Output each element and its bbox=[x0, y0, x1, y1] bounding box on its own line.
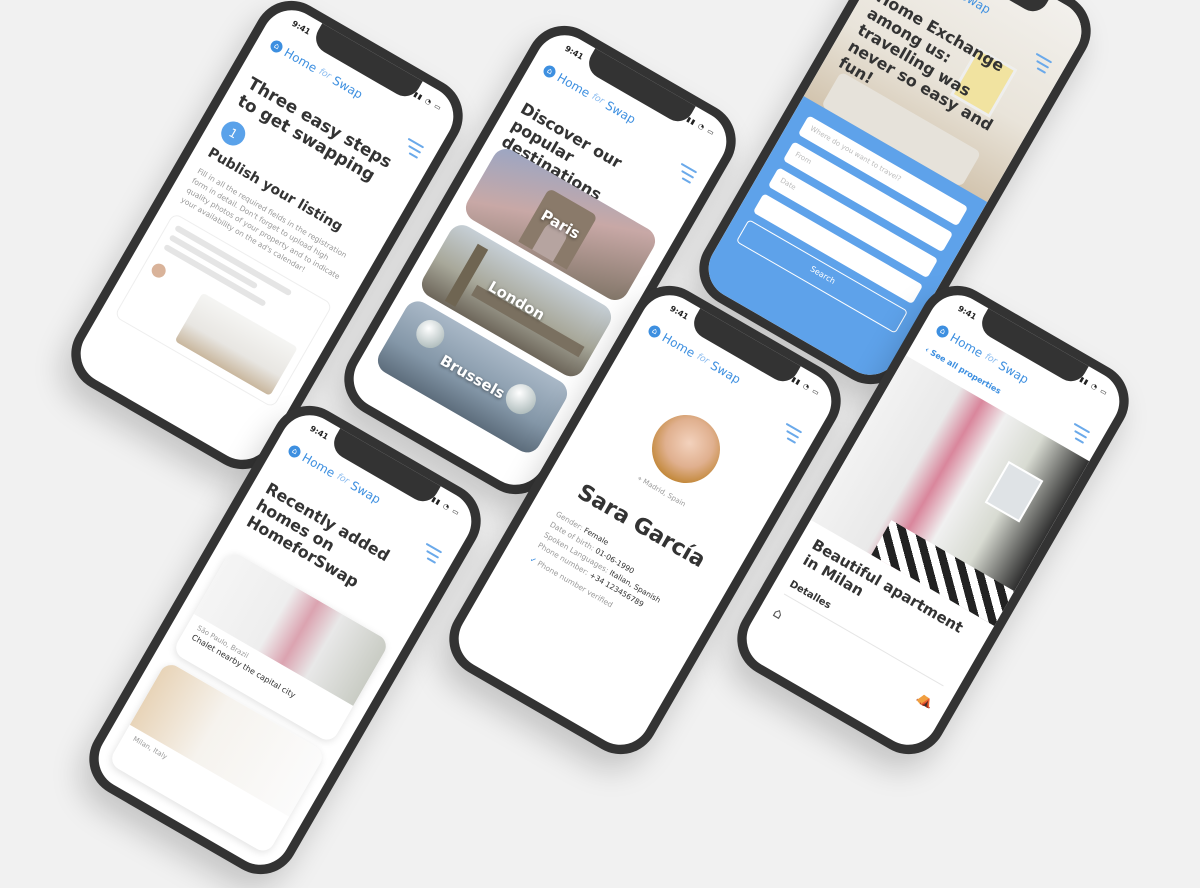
status-time: 9:41 bbox=[290, 18, 312, 37]
status-icons: ▮▮ ◔ ▭ bbox=[430, 495, 462, 518]
step-number-badge: 1 bbox=[216, 117, 250, 150]
phone-recent-homes: 9:41 ▮▮ ◔ ▭ ⌂ Home for Swap Recently added… bbox=[75, 391, 495, 888]
room-photo bbox=[174, 292, 298, 397]
home-icon: ⌂ bbox=[769, 604, 786, 624]
house-icon: ⌂ bbox=[286, 443, 303, 460]
brand-for: for bbox=[982, 351, 999, 367]
brand-home: Home bbox=[659, 330, 698, 361]
status-time: 9:41 bbox=[308, 423, 330, 442]
brand-swap: Swap bbox=[708, 358, 744, 387]
house-icon: ⌂ bbox=[934, 323, 951, 340]
brand-home: Home bbox=[281, 45, 320, 76]
brand-for: for bbox=[694, 351, 711, 367]
bed-icon: ⛺ bbox=[914, 688, 938, 711]
brand-for: for bbox=[316, 66, 333, 82]
brand-swap: Swap bbox=[996, 358, 1032, 387]
brand-home: Home bbox=[554, 70, 593, 101]
phone-property: 9:41 ▮▮ ◔ ▭ ⌂ Home for Swap ‹ See all prop… bbox=[723, 271, 1143, 769]
status-time: 9:41 bbox=[563, 43, 585, 62]
status-time: 9:41 bbox=[956, 303, 978, 322]
hamburger-menu-icon[interactable] bbox=[1068, 422, 1091, 444]
brand-swap: Swap bbox=[348, 478, 384, 507]
hamburger-menu-icon[interactable] bbox=[420, 542, 443, 564]
house-icon: ⌂ bbox=[268, 38, 285, 55]
brand-home: Home bbox=[947, 330, 986, 361]
status-icons: ▮▮ ◔ ▭ bbox=[790, 375, 822, 398]
brand-home: Home bbox=[299, 450, 338, 481]
status-icons: ▮▮ ◔ ▭ bbox=[412, 90, 444, 113]
status-icons: ▮▮ ◔ ▭ bbox=[1078, 375, 1110, 398]
profile-details: Gender: Female Date of birth: 01-06-1990… bbox=[527, 509, 708, 650]
status-icons: ▮▮ ◔ ▭ bbox=[685, 115, 717, 138]
brand-swap: Swap bbox=[330, 73, 366, 102]
brand-for: for bbox=[334, 471, 351, 487]
house-icon: ⌂ bbox=[646, 323, 663, 340]
status-time: 9:41 bbox=[668, 303, 690, 322]
avatar bbox=[149, 261, 169, 281]
wall-art bbox=[984, 460, 1044, 523]
hamburger-menu-icon[interactable] bbox=[780, 422, 803, 444]
brand-for: for bbox=[589, 91, 606, 107]
brand-swap: Swap bbox=[603, 98, 639, 127]
hamburger-menu-icon[interactable] bbox=[675, 162, 698, 184]
hamburger-menu-icon[interactable] bbox=[402, 137, 425, 159]
house-icon: ⌂ bbox=[541, 63, 558, 80]
